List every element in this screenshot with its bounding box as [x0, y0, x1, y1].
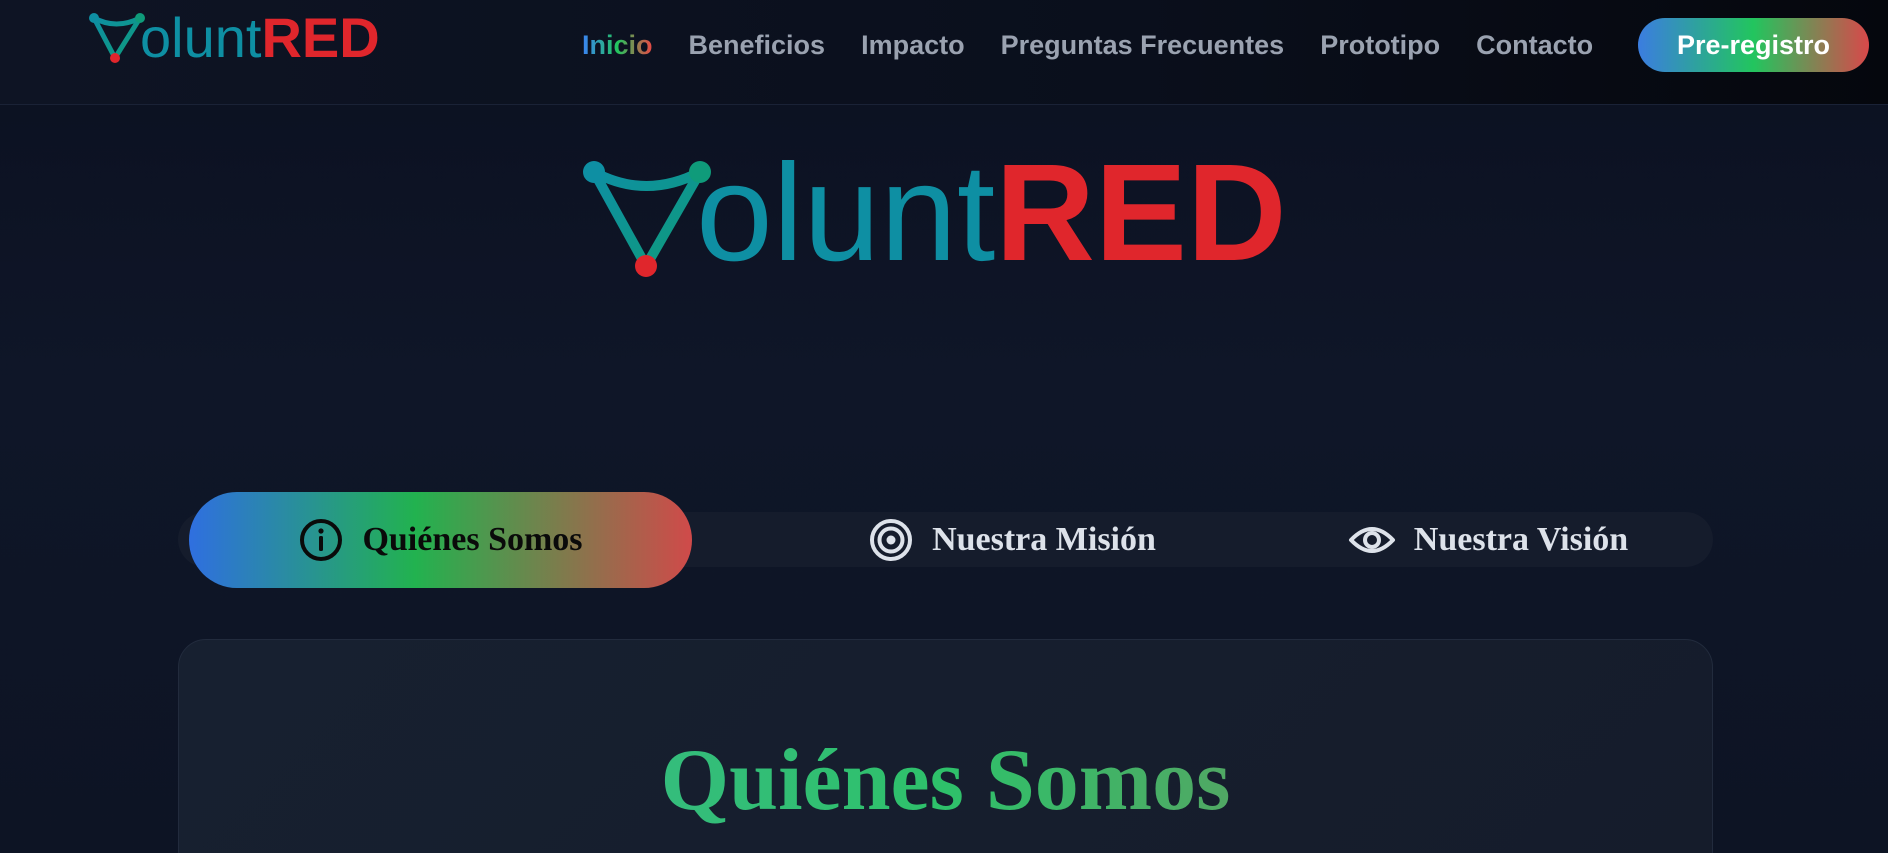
tab-nuestra-mision[interactable]: Nuestra Misión	[792, 512, 1232, 567]
about-card: Quiénes Somos	[178, 639, 1713, 853]
tab-label: Quiénes Somos	[362, 521, 583, 558]
header-logo-text: oluntRED	[140, 10, 380, 66]
hero-logo: oluntRED	[582, 144, 1287, 282]
main-nav: Inicio Beneficios Impacto Preguntas Frec…	[582, 26, 1629, 64]
nav-link-preguntas-frecuentes[interactable]: Preguntas Frecuentes	[1001, 30, 1285, 61]
nav-link-prototipo[interactable]: Prototipo	[1320, 30, 1440, 61]
logo-text-accent: RED	[261, 6, 380, 69]
logo-v-icon	[89, 13, 145, 63]
nav-link-impacto[interactable]: Impacto	[861, 30, 965, 61]
about-tabs: Quiénes Somos Nuestra Misión Nuestra Vis…	[178, 492, 1713, 588]
logo-text-main: olunt	[140, 6, 262, 69]
tab-label: Nuestra Visión	[1413, 520, 1629, 558]
section-title: Quiénes Somos	[179, 737, 1712, 825]
site-header: oluntRED Inicio Beneficios Impacto Pregu…	[0, 0, 1888, 105]
hero-logo-text-main: olunt	[696, 136, 996, 290]
pre-registro-button[interactable]: Pre-registro	[1638, 18, 1869, 72]
info-icon	[298, 517, 344, 563]
nav-link-inicio[interactable]: Inicio	[582, 30, 653, 61]
tab-quienes-somos[interactable]: Quiénes Somos	[189, 492, 692, 588]
hero-logo-text-accent: RED	[995, 136, 1287, 290]
header-logo[interactable]: oluntRED	[88, 6, 380, 66]
hero-logo-text: oluntRED	[696, 144, 1287, 282]
eye-icon	[1348, 521, 1396, 559]
nav-link-beneficios[interactable]: Beneficios	[689, 30, 826, 61]
tab-nuestra-vision[interactable]: Nuestra Visión	[1278, 512, 1698, 567]
hero-logo-v-icon	[583, 161, 711, 277]
tab-label: Nuestra Misión	[932, 520, 1156, 558]
nav-link-contacto[interactable]: Contacto	[1476, 30, 1593, 61]
target-icon	[868, 517, 914, 563]
